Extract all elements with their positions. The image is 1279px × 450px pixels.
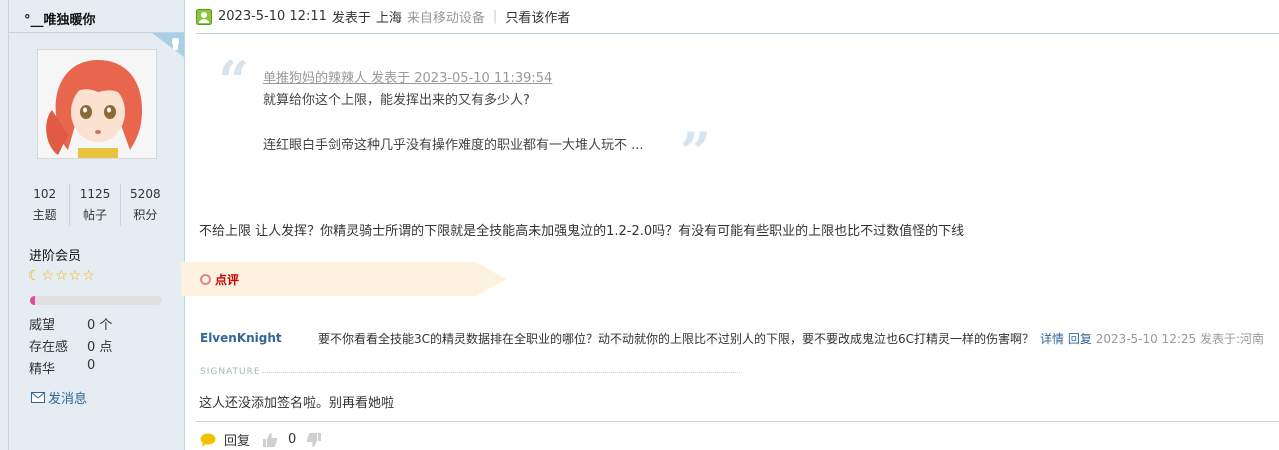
stat-points[interactable]: 5208 积分 [121, 184, 170, 226]
comment-detail-link[interactable]: 详情 [1040, 332, 1064, 346]
prop-label: 存在感 [29, 340, 69, 355]
rank-stars-icon: ☾☆☆☆☆ [28, 268, 96, 284]
signature-divider [262, 372, 742, 373]
like-button[interactable]: 0 [262, 432, 296, 448]
stat-topics[interactable]: 102 主题 [20, 184, 71, 226]
dislike-button[interactable] [306, 432, 322, 448]
stat-value: 5208 [130, 187, 161, 201]
stat-label: 帖子 [82, 208, 107, 222]
open-quote-icon: “ [218, 49, 250, 113]
send-message-button[interactable]: 发消息 [31, 388, 87, 407]
close-quote-icon: ” [680, 120, 712, 184]
user-rank[interactable]: 进阶会员 [29, 245, 81, 264]
rate-icon [200, 274, 211, 285]
post-meta: 2023-5-10 12:11 发表于 上海 来自移动设备 | 只看该作者 [196, 7, 570, 26]
comment-text: 要不你看看全技能3C的精灵数据排在全职业的哪位？动不动就你的上限比不过别人的下限… [318, 332, 1035, 346]
stat-value: 1125 [79, 187, 111, 201]
post-body: 不给上限 让人发挥？你精灵骑士所谓的下限就是全技能高未加强鬼泣的1.2-2.0吗… [199, 224, 965, 239]
avatar-image [38, 50, 156, 158]
stat-label: 主题 [32, 208, 57, 222]
send-message-label: 发消息 [48, 392, 88, 407]
prop-value: 0 个 [87, 318, 113, 333]
level-progress-fill [30, 296, 36, 305]
prop-prestige: 威望 0 个 [29, 314, 112, 333]
quote-line: 就算给你这个上限，能发挥出来的又有多少人? [263, 93, 530, 108]
divider [196, 33, 1279, 34]
thumbs-up-icon [263, 432, 278, 447]
stat-label: 积分 [133, 208, 158, 222]
username[interactable]: °__唯独暖你 [24, 9, 96, 28]
signature-label: SIGNATURE [200, 367, 261, 377]
author-only-link[interactable]: 只看该作者 [505, 7, 570, 26]
level-progress-bar [30, 296, 162, 305]
avatar[interactable] [37, 49, 157, 159]
sidebar-edge [8, 0, 9, 450]
prop-digest: 精华 0 [29, 358, 95, 377]
rate-button[interactable]: 点评 [200, 271, 239, 288]
prop-value: 0 [87, 358, 96, 373]
post-actions: 回复 0 [200, 430, 322, 449]
prop-value: 0 点 [87, 340, 113, 355]
quote-header-link[interactable]: 单推狗妈的辣辣人 发表于 2023-05-10 11:39:54 [263, 67, 552, 86]
thumbs-down-icon [307, 432, 322, 447]
reply-button[interactable]: 回复 [200, 430, 250, 449]
stat-value: 102 [33, 187, 57, 201]
comment-meta: 详情 回复 2023-5-10 12:25 发表于:河南 [1040, 330, 1264, 347]
online-status-icon [196, 8, 212, 25]
quote-line: 连红眼白手剑帝这种几乎没有操作难度的职业都有一大堆人玩不 ... [263, 138, 644, 153]
comment-reply-link[interactable]: 回复 [1068, 332, 1092, 346]
stat-posts[interactable]: 1125 帖子 [70, 184, 121, 226]
signature-text: 这人还没添加签名啦。别再看她啦 [199, 396, 395, 411]
like-count: 0 [288, 432, 297, 447]
post-datetime: 2023-5-10 12:11 [218, 9, 327, 24]
post-posted-at: 发表于 [331, 11, 371, 26]
reply-label: 回复 [224, 434, 251, 449]
envelope-icon [31, 392, 45, 403]
comment-user[interactable]: ElvenKnight [200, 331, 282, 345]
profile-stats: 102 主题 1125 帖子 5208 积分 [20, 184, 170, 226]
divider [196, 421, 1279, 422]
reply-bubble-icon [200, 433, 216, 447]
post-device: 来自移动设备 [406, 11, 485, 26]
comment-date: 2023-5-10 12:25 发表于:河南 [1095, 332, 1265, 346]
post-location: 上海 [375, 11, 402, 26]
separator: | [492, 9, 498, 24]
prop-presence: 存在感 0 点 [29, 336, 112, 355]
rate-label: 点评 [215, 273, 240, 287]
prop-label: 精华 [29, 362, 56, 377]
prop-label: 威望 [29, 318, 56, 333]
